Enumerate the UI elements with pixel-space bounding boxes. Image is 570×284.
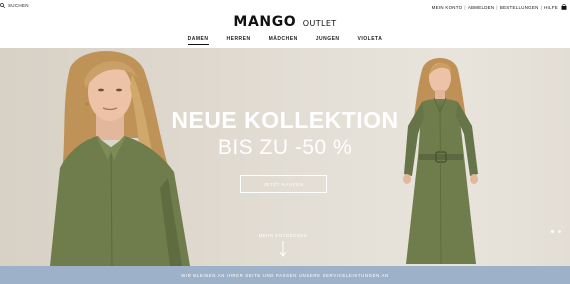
main-nav: DAMEN HERREN MÄDCHEN JUNGEN VIOLETA [0,34,570,45]
search-button[interactable]: SUCHEN [0,3,29,8]
separator: | [540,4,543,10]
shop-now-button[interactable]: JETZT KAUFEN [240,175,327,193]
separator: | [496,4,498,10]
info-banner[interactable]: WIR BLEIBEN AN IHRER SEITE UND PASSEN UN… [0,266,570,284]
logout-link[interactable]: ABMELDEN [468,5,495,10]
tab-herren[interactable]: HERREN [218,34,260,45]
utility-bar: SUCHEN MEIN KONTO | ABMELDEN | BESTELLUN… [0,0,570,14]
separator: | [464,4,466,10]
help-link[interactable]: HILFE [544,5,558,10]
tab-damen[interactable]: DAMEN [179,34,218,45]
account-links: MEIN KONTO | ABMELDEN | BESTELLUNGEN | H… [432,4,567,10]
tab-violeta[interactable]: VIOLETA [349,34,392,45]
shopping-bag-icon[interactable] [561,4,567,10]
discover-more-label[interactable]: MEHR ENTDECKEN [0,233,566,238]
carousel-dot-1[interactable] [551,230,554,233]
tab-maedchen[interactable]: MÄDCHEN [260,34,307,45]
hero-headline: NEUE KOLLEKTION [171,107,399,133]
carousel-dot-2[interactable] [558,230,561,233]
brand-logo[interactable]: MANGO OUTLET [0,13,570,31]
logo-outlet: OUTLET [302,19,337,28]
arrow-down-icon[interactable] [279,241,287,257]
my-account-link[interactable]: MEIN KONTO [432,5,463,10]
logo-brand: MANGO [233,14,297,30]
carousel-dots [551,230,561,233]
hero-banner[interactable]: NEUE KOLLEKTION BIS ZU -50 % JETZT KAUFE… [0,48,570,266]
search-label: SUCHEN [8,3,29,8]
tab-jungen[interactable]: JUNGEN [307,34,349,45]
info-banner-text: WIR BLEIBEN AN IHRER SEITE UND PASSEN UN… [181,272,389,278]
search-icon [0,3,5,8]
hero-subheadline: BIS ZU -50 % [217,136,353,159]
orders-link[interactable]: BESTELLUNGEN [500,5,539,10]
